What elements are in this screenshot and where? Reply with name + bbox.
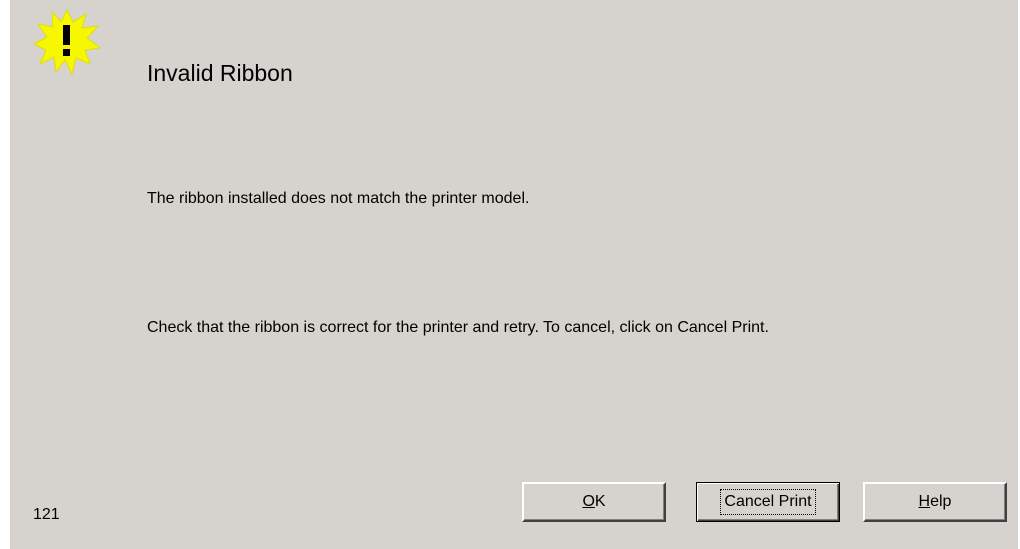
- help-button[interactable]: Help: [863, 482, 1007, 522]
- ok-label: OK: [582, 493, 606, 510]
- message-mismatch: The ribbon installed does not match the …: [147, 190, 530, 207]
- cancel-print-label: Cancel Print: [720, 489, 816, 515]
- error-code: 121: [33, 506, 60, 523]
- help-label: Help: [918, 493, 952, 510]
- cancel-print-button[interactable]: Cancel Print: [696, 482, 840, 522]
- dialog-title: Invalid Ribbon: [147, 60, 293, 86]
- invalid-ribbon-dialog: Invalid Ribbon The ribbon installed does…: [0, 0, 1020, 549]
- ok-button[interactable]: OK: [522, 482, 666, 522]
- warning-exclamation-icon: [32, 8, 102, 76]
- message-instructions: Check that the ribbon is correct for the…: [147, 319, 769, 336]
